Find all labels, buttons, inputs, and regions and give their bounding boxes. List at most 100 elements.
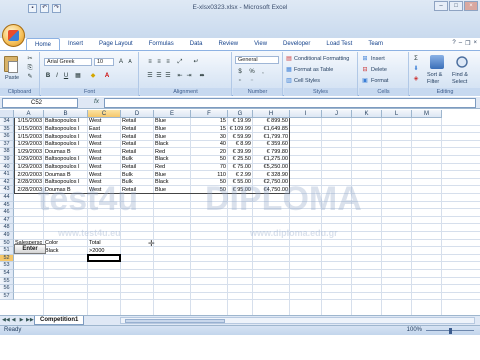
row-header-55[interactable]: 55 [0,277,14,286]
row-header-37[interactable]: 37 [0,140,14,149]
tab-formulas[interactable]: Formulas [141,38,182,50]
sort-filter-button-line2[interactable]: Filter [427,78,439,86]
row-header-40[interactable]: 40 [0,163,14,172]
minimize-button[interactable]: – [434,1,448,11]
row-header-57[interactable]: 57 [0,292,14,301]
row-header-51[interactable]: 51 [0,247,14,255]
column-header-e[interactable]: E [154,110,191,118]
tab-developer[interactable]: Developer [275,38,318,50]
font-size-select[interactable]: 10 [94,58,114,66]
prev-sheet-icon[interactable]: ◀ [10,317,17,324]
select-all-corner[interactable] [0,110,14,118]
grow-font-icon[interactable]: A [117,58,125,66]
horizontal-scrollbar[interactable] [120,317,475,324]
cell-b50[interactable]: Color [45,240,86,247]
tab-home[interactable]: Home [26,38,61,50]
column-header-i[interactable]: I [290,110,322,118]
column-header-l[interactable]: L [382,110,412,118]
column-header-f[interactable]: F [191,110,228,118]
column-header-h[interactable]: H [253,110,290,118]
merge-center-icon[interactable]: ⬌ [198,72,206,80]
row-header-56[interactable]: 56 [0,285,14,293]
row-header-38[interactable]: 38 [0,148,14,156]
active-cell-c52[interactable] [87,253,121,263]
find-select-icon[interactable] [455,55,469,69]
tab-page-layout[interactable]: Page Layout [91,38,141,50]
workbook-restore-button[interactable]: ❐ [465,40,470,47]
row-header-45[interactable]: 45 [0,201,14,210]
delete-button[interactable]: Delete [371,66,387,74]
row-header-42[interactable]: 42 [0,178,14,187]
shrink-font-icon[interactable]: A [126,58,134,66]
column-header-j[interactable]: J [322,110,352,118]
align-top-icon[interactable]: ≡ [146,58,154,66]
zoom-level[interactable]: 100% [407,326,422,335]
row-header-47[interactable]: 47 [0,216,14,225]
column-header-a[interactable]: A [14,110,44,118]
italic-icon[interactable]: I [53,72,61,80]
row-header-48[interactable]: 48 [0,224,14,232]
find-select-button-line2[interactable]: Select [452,78,467,86]
row-header-41[interactable]: 41 [0,171,14,179]
tab-team[interactable]: Team [360,38,391,50]
cut-icon[interactable]: ✂ [26,55,34,63]
cell-c50[interactable]: Total [89,240,119,247]
row-header-53[interactable]: 53 [0,262,14,270]
conditional-formatting-button[interactable]: Conditional Formatting [294,55,349,63]
align-center-icon[interactable]: ☰ [155,72,163,80]
bold-icon[interactable]: B [44,72,52,80]
borders-icon[interactable]: ▦ [74,72,82,80]
row-header-36[interactable]: 36 [0,133,14,141]
row-header-52[interactable]: 52 [0,254,14,263]
row-header-39[interactable]: 39 [0,156,14,164]
font-name-select[interactable]: Arial Greek [44,58,92,66]
close-button[interactable]: × [464,1,478,11]
fill-color-icon[interactable]: ◆ [89,72,97,80]
fill-icon[interactable]: ⬇ [412,65,420,73]
row-header-50[interactable]: 50 [0,239,14,248]
maximize-button[interactable]: □ [449,1,463,11]
tab-view[interactable]: View [246,38,275,50]
increase-indent-icon[interactable]: ⇥ [185,72,193,80]
format-button[interactable]: Format [371,77,388,85]
decrease-decimal-icon[interactable]: ⁻ [248,78,256,86]
autosum-icon[interactable]: Σ [412,55,420,63]
first-sheet-icon[interactable]: ◀◀ [2,317,10,324]
format-as-table-button[interactable]: Format as Table [294,66,333,74]
currency-button[interactable]: $ [236,68,244,76]
orientation-icon[interactable]: ⤢ [176,58,184,66]
align-middle-icon[interactable]: ≡ [155,58,163,66]
tab-insert[interactable]: Insert [60,38,91,50]
column-header-d[interactable]: D [121,110,154,118]
workbook-close-button[interactable]: × [473,40,477,47]
tab-review[interactable]: Review [210,38,246,50]
help-icon[interactable]: ? [452,40,455,47]
tab-load-test[interactable]: Load Test [318,38,360,50]
row-header-46[interactable]: 46 [0,209,14,217]
row-header-44[interactable]: 44 [0,194,14,202]
workbook-minimize-button[interactable]: – [459,40,462,47]
sheet-tab-competition1[interactable]: Competition1 [34,316,85,325]
comma-button[interactable]: , [259,68,267,76]
paste-icon[interactable] [4,56,18,73]
office-button[interactable] [2,24,25,47]
column-header-b[interactable]: B [44,110,88,118]
align-right-icon[interactable]: ☰ [164,72,172,80]
tab-data[interactable]: Data [182,38,211,50]
next-sheet-icon[interactable]: ▶ [18,317,25,324]
column-header-m[interactable]: M [412,110,442,118]
insert-function-button[interactable]: fx [94,98,99,105]
row-header-34[interactable]: 34 [0,118,14,126]
row-header-54[interactable]: 54 [0,270,14,278]
decrease-indent-icon[interactable]: ⇤ [176,72,184,80]
worksheet-grid[interactable]: A B C D E F G H I J K L M 34 1/15/2003 Baltsopoulos I We… [0,110,480,315]
row-header-35[interactable]: 35 [0,125,14,134]
enter-button[interactable]: Enter [14,244,46,255]
name-box[interactable]: C52 [2,98,78,108]
align-bottom-icon[interactable]: ≡ [164,58,172,66]
cell-b51[interactable]: Black [45,248,86,255]
underline-icon[interactable]: U [62,72,70,80]
number-format-select[interactable]: General [235,56,279,64]
row-header-49[interactable]: 49 [0,232,14,240]
align-left-icon[interactable]: ☰ [146,72,154,80]
